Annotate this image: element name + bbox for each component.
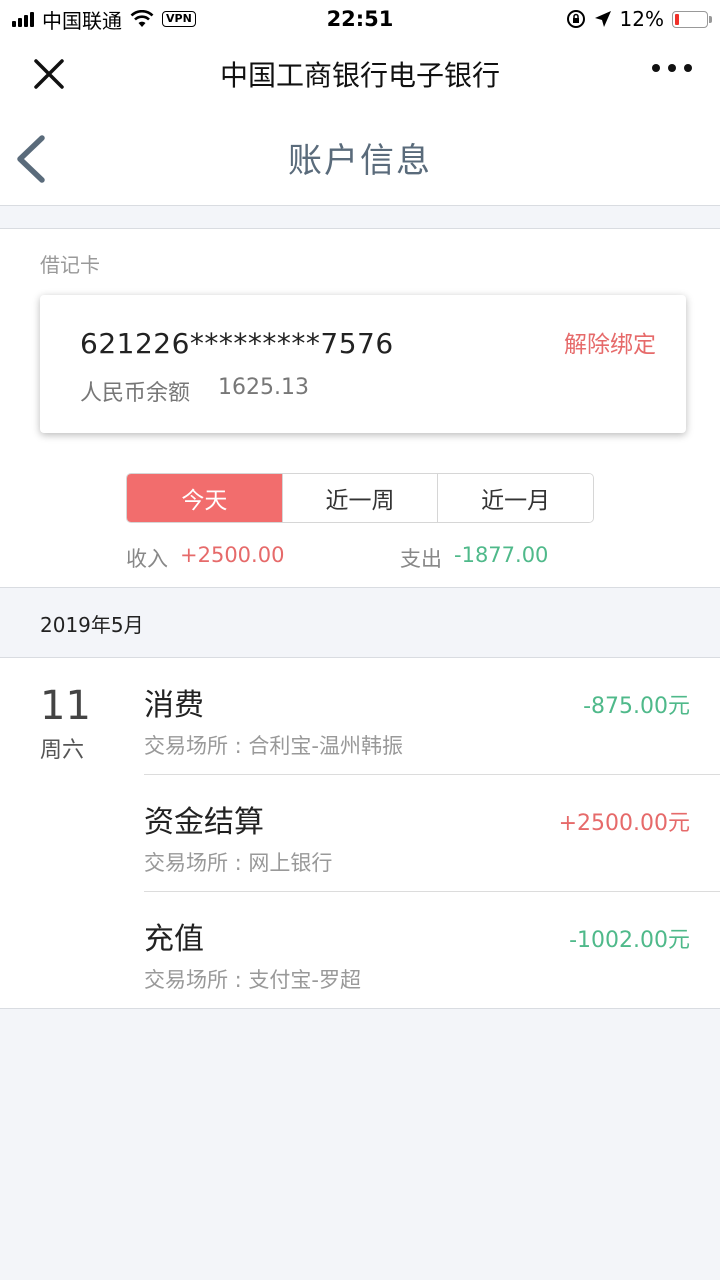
balance-row: 人民币余额 1625.13 <box>80 375 309 407</box>
card-type-label: 借记卡 <box>40 253 100 277</box>
card-number: 621226*********7576 <box>80 327 394 360</box>
account-section: 借记卡 621226*********7576 解除绑定 人民币余额 1625.… <box>0 228 720 588</box>
transaction-amount: -1002.00元 <box>569 928 690 953</box>
page-title: 账户信息 <box>288 141 432 181</box>
app-title: 中国工商银行电子银行 <box>219 59 500 92</box>
status-bar: 中国联通 VPN 22:51 12% <box>0 0 720 38</box>
transaction-title: 消费 <box>144 688 204 723</box>
bank-card: 621226*********7576 解除绑定 人民币余额 1625.13 <box>40 295 686 433</box>
transaction-title: 充值 <box>144 922 204 957</box>
day-block: 11 周六 <box>40 684 120 764</box>
month-header: 2019年5月 <box>0 589 720 657</box>
title-bar: 中国工商银行电子银行 <box>0 38 720 110</box>
day-number: 11 <box>40 683 91 729</box>
income-summary: 收入 +2500.00 <box>126 543 284 573</box>
signal-icon <box>12 11 34 27</box>
transaction-amount: +2500.00元 <box>558 811 690 836</box>
unbind-button[interactable]: 解除绑定 <box>564 325 656 359</box>
more-options-icon[interactable] <box>652 64 692 72</box>
status-right: 12% <box>566 7 712 31</box>
status-left: 中国联通 VPN <box>12 5 196 34</box>
page-header: 账户信息 <box>0 110 720 206</box>
vpn-badge: VPN <box>162 11 196 27</box>
location-arrow-icon <box>594 11 611 27</box>
transaction-item[interactable]: 充值 交易场所 : 支付宝-罗超 -1002.00元 <box>144 892 720 1009</box>
battery-percent: 12% <box>619 7 664 31</box>
transaction-place: 交易场所 : 网上银行 <box>144 851 333 875</box>
tab-month[interactable]: 近一月 <box>437 474 593 522</box>
income-value: +2500.00 <box>180 543 285 567</box>
balance-value: 1625.13 <box>218 375 309 400</box>
carrier-name: 中国联通 <box>42 8 122 33</box>
transaction-place: 交易场所 : 合利宝-温州韩振 <box>144 734 404 758</box>
transaction-place: 交易场所 : 支付宝-罗超 <box>144 968 362 992</box>
expense-label: 支出 <box>400 547 442 571</box>
battery-icon <box>672 10 712 28</box>
close-icon[interactable] <box>30 55 68 93</box>
transaction-amount: -875.00元 <box>583 694 690 719</box>
income-label: 收入 <box>126 547 168 571</box>
tab-today[interactable]: 今天 <box>127 474 282 522</box>
wifi-icon <box>130 10 154 27</box>
expense-summary: 支出 -1877.00 <box>400 543 548 573</box>
transaction-list: 11 周六 消费 交易场所 : 合利宝-温州韩振 -875.00元 资金结算 交… <box>0 657 720 1009</box>
rotation-lock-icon <box>566 10 585 28</box>
transaction-title: 资金结算 <box>144 805 264 840</box>
period-tabs: 今天 近一周 近一月 <box>126 473 594 523</box>
back-arrow-icon[interactable] <box>12 134 52 184</box>
transaction-item[interactable]: 消费 交易场所 : 合利宝-温州韩振 -875.00元 <box>144 658 720 775</box>
tab-week[interactable]: 近一周 <box>281 474 438 522</box>
transaction-item[interactable]: 资金结算 交易场所 : 网上银行 +2500.00元 <box>144 775 720 892</box>
day-weekday: 周六 <box>40 738 85 763</box>
summary-row: 收入 +2500.00 支出 -1877.00 <box>126 543 606 573</box>
expense-value: -1877.00 <box>454 543 549 567</box>
balance-label: 人民币余额 <box>80 381 191 406</box>
